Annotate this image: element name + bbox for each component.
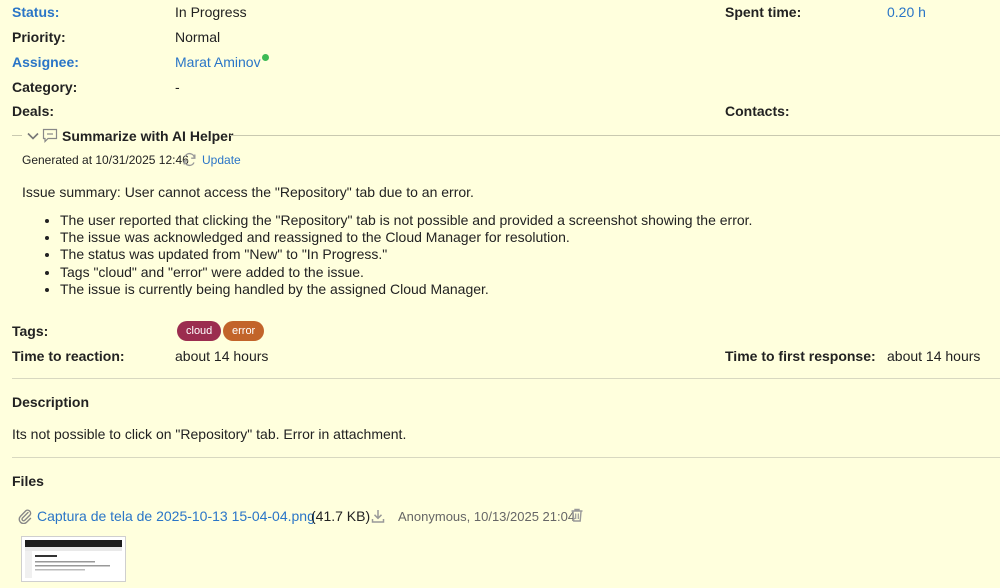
assignee-link[interactable]: Marat Aminov bbox=[175, 54, 261, 70]
spent-time-label: Spent time: bbox=[725, 4, 802, 20]
tag-cloud[interactable]: cloud bbox=[177, 321, 222, 341]
assignee-label[interactable]: Assignee: bbox=[12, 54, 79, 70]
chevron-down-icon[interactable] bbox=[27, 129, 39, 141]
tag-error[interactable]: error bbox=[223, 321, 265, 341]
generated-at-text: Generated at 10/31/2025 12:46 bbox=[22, 153, 189, 167]
time-to-reaction-label: Time to reaction: bbox=[12, 348, 125, 364]
list-item: Tags "cloud" and "error" were added to t… bbox=[60, 264, 752, 281]
category-value: - bbox=[175, 79, 180, 95]
refresh-icon[interactable] bbox=[182, 152, 197, 167]
ai-helper-divider-left bbox=[12, 135, 22, 136]
time-to-reaction-value: about 14 hours bbox=[175, 348, 269, 364]
download-icon[interactable] bbox=[370, 508, 386, 524]
status-label[interactable]: Status: bbox=[12, 4, 59, 20]
chat-bubble-icon bbox=[42, 128, 58, 143]
status-value: In Progress bbox=[175, 4, 247, 20]
ai-helper-title[interactable]: Summarize with AI Helper bbox=[62, 128, 233, 144]
list-item: The issue is currently being handled by … bbox=[60, 281, 752, 298]
tags-label: Tags: bbox=[12, 323, 49, 339]
attachment-thumbnail[interactable] bbox=[21, 536, 126, 582]
attachment-link[interactable]: Captura de tela de 2025-10-13 15-04-04.p… bbox=[37, 508, 315, 524]
ai-summary-bullets: The user reported that clicking the "Rep… bbox=[44, 212, 752, 298]
priority-value: Normal bbox=[175, 29, 221, 45]
divider bbox=[12, 378, 1000, 379]
online-status-icon bbox=[262, 54, 269, 61]
ai-summary-text: Issue summary: User cannot access the "R… bbox=[22, 184, 474, 200]
category-label: Category: bbox=[12, 79, 78, 95]
priority-label: Priority: bbox=[12, 29, 66, 45]
list-item: The status was updated from "New" to "In… bbox=[60, 246, 752, 263]
list-item: The user reported that clicking the "Rep… bbox=[60, 212, 752, 229]
spent-time-link[interactable]: 0.20 h bbox=[887, 4, 926, 20]
time-to-first-response-value: about 14 hours bbox=[887, 348, 981, 364]
list-item: The issue was acknowledged and reassigne… bbox=[60, 229, 752, 246]
ai-helper-divider-right bbox=[230, 135, 1000, 136]
description-text: Its not possible to click on "Repository… bbox=[12, 426, 407, 442]
time-to-first-response-label: Time to first response: bbox=[725, 348, 876, 364]
contacts-label: Contacts: bbox=[725, 103, 790, 119]
paperclip-icon bbox=[17, 508, 33, 525]
description-heading: Description bbox=[12, 394, 90, 410]
divider bbox=[12, 457, 1000, 458]
deals-label: Deals: bbox=[12, 103, 55, 119]
attachment-meta: Anonymous, 10/13/2025 21:04 bbox=[398, 509, 576, 524]
attachment-size: (41.7 KB) bbox=[311, 508, 371, 524]
files-heading: Files bbox=[12, 473, 44, 489]
trash-icon[interactable] bbox=[569, 507, 585, 523]
update-link[interactable]: Update bbox=[202, 153, 241, 167]
